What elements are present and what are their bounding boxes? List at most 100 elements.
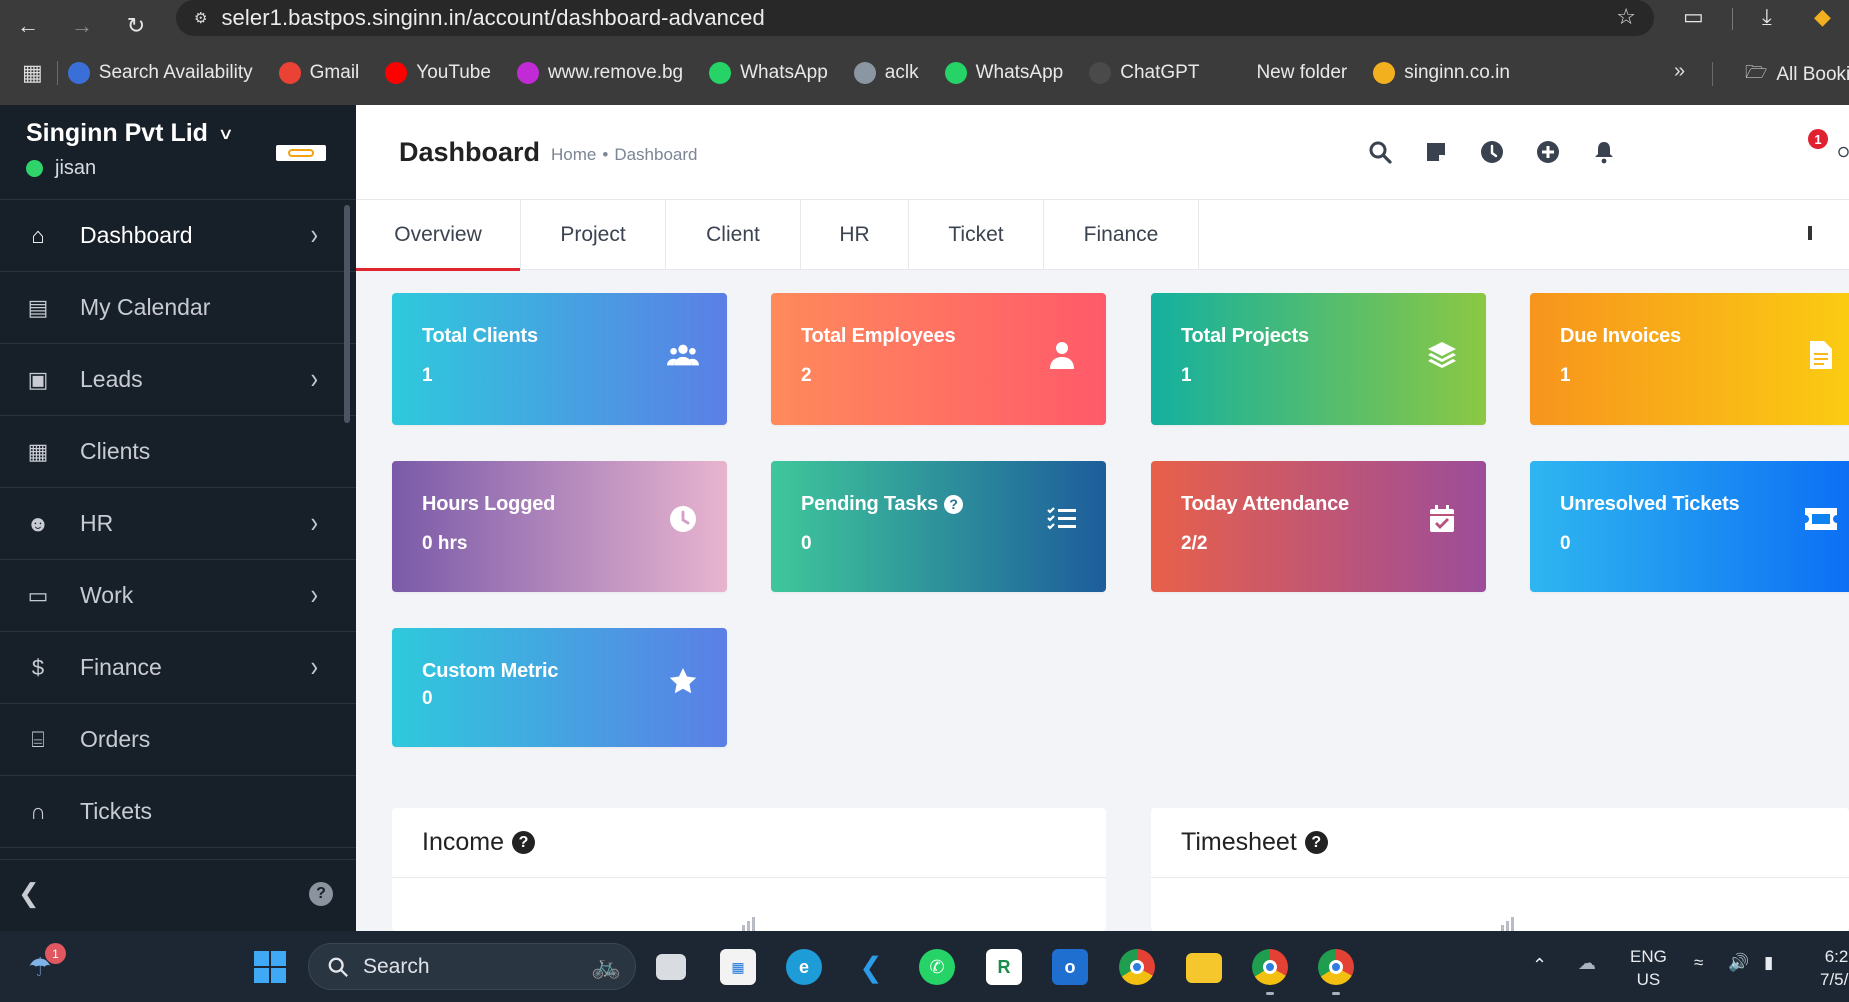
task-view-icon[interactable] bbox=[656, 954, 686, 980]
people-icon: ☻ bbox=[26, 510, 50, 536]
volume-icon[interactable]: 🔊 bbox=[1728, 953, 1749, 973]
sidebar-item-my-calendar[interactable]: ▤ My Calendar bbox=[0, 272, 356, 344]
bookmark-item[interactable]: WhatsApp bbox=[944, 62, 1063, 84]
windows-start-icon[interactable] bbox=[252, 949, 288, 985]
card-custom-metric[interactable]: Custom Metric 0 bbox=[392, 628, 727, 747]
url-bar[interactable]: ⚙ seler1.bastpos.singinn.in/account/dash… bbox=[176, 0, 1654, 36]
card-hours-logged[interactable]: Hours Logged 0 hrs bbox=[392, 461, 727, 592]
sidebar-item-label: Orders bbox=[80, 726, 151, 752]
add-circle-icon[interactable] bbox=[1535, 139, 1561, 165]
card-total-clients[interactable]: Total Clients 1 bbox=[392, 293, 727, 425]
bookmark-star-icon[interactable]: ☆ bbox=[1616, 4, 1636, 30]
card-unresolved-tickets[interactable]: Unresolved Tickets 0 bbox=[1530, 461, 1849, 592]
all-bookmarks[interactable]: 🗁 All Booki bbox=[1745, 60, 1849, 90]
bookmark-item[interactable]: Gmail bbox=[278, 62, 359, 84]
card-today-attendance[interactable]: Today Attendance 2/2 bbox=[1151, 461, 1486, 592]
leads-icon: ▣ bbox=[27, 366, 49, 392]
tab-hr[interactable]: HR bbox=[801, 200, 909, 270]
help-icon[interactable]: ? bbox=[1304, 831, 1328, 854]
help-icon[interactable]: ? bbox=[511, 831, 535, 854]
bookmark-item[interactable]: www.remove.bg bbox=[516, 62, 683, 84]
sidebar-item-work[interactable]: ▭ Work › bbox=[0, 560, 356, 632]
settings-circle-icon[interactable] bbox=[1838, 139, 1849, 165]
card-label: Pending Tasks? bbox=[801, 493, 964, 516]
bookmark-item[interactable]: singinn.co.in bbox=[1373, 62, 1510, 84]
tray-overflow-icon[interactable]: ⌃ bbox=[1532, 955, 1547, 976]
search-availability-icon bbox=[67, 62, 90, 84]
breadcrumb-home[interactable]: Home bbox=[551, 145, 596, 164]
income-title-text: Income bbox=[422, 828, 504, 856]
card-total-projects[interactable]: Total Projects 1 bbox=[1151, 293, 1486, 425]
file-explorer-icon[interactable] bbox=[1186, 953, 1222, 983]
tabs-more-icon[interactable] bbox=[1808, 226, 1812, 240]
bookmark-item[interactable]: New folder bbox=[1225, 62, 1347, 84]
sidebar-item-hr[interactable]: ☻ HR › bbox=[0, 488, 356, 560]
sidebar-item-clients[interactable]: ▦ Clients bbox=[0, 416, 356, 488]
bookmark-item[interactable]: Search Availability bbox=[67, 62, 253, 84]
card-label-text: Total Employees bbox=[801, 325, 956, 347]
sticky-note-icon[interactable] bbox=[1423, 139, 1449, 165]
bookmark-item[interactable]: ChatGPT bbox=[1089, 62, 1199, 84]
onedrive-icon[interactable]: ☁ bbox=[1578, 953, 1596, 974]
more-bookmarks-icon[interactable]: » bbox=[1674, 60, 1685, 83]
sidebar-item-finance[interactable]: $ Finance › bbox=[0, 632, 356, 704]
apps-grid-icon[interactable]: ▦ bbox=[22, 60, 43, 86]
whatsapp-icon bbox=[944, 62, 967, 84]
building-icon: ▦ bbox=[27, 438, 49, 464]
bookmark-item[interactable]: YouTube bbox=[385, 62, 491, 84]
clock-icon[interactable] bbox=[1479, 139, 1505, 165]
back-arrow-icon[interactable]: ← bbox=[8, 6, 48, 46]
whatsapp-icon[interactable]: ✆ bbox=[919, 949, 955, 985]
chrome-icon[interactable] bbox=[1119, 949, 1155, 985]
extensions-icon[interactable]: ▭ bbox=[1683, 4, 1704, 30]
taskbar-search[interactable]: Search 🚲 bbox=[308, 943, 636, 990]
card-due-invoices[interactable]: Due Invoices 1 bbox=[1530, 293, 1849, 425]
sidebar-scrollbar[interactable] bbox=[344, 205, 350, 423]
card-pending-tasks[interactable]: Pending Tasks? 0 bbox=[771, 461, 1106, 592]
bookmark-item[interactable]: aclk bbox=[853, 62, 919, 84]
profile-extension-icon[interactable]: ◆ bbox=[1814, 4, 1831, 30]
address-row: ← → ↻ ⚙ seler1.bastpos.singinn.in/accoun… bbox=[0, 0, 1849, 52]
chrome-profile-icon[interactable] bbox=[1318, 949, 1354, 985]
bookmark-item[interactable]: WhatsApp bbox=[709, 62, 828, 84]
company-switcher[interactable]: Singinn Pvt Lid ∨ bbox=[26, 119, 234, 148]
sidebar-item-orders[interactable]: ⌸ Orders bbox=[0, 704, 356, 776]
company-name: Singinn Pvt Lid bbox=[26, 119, 208, 147]
battery-icon[interactable]: ▮ bbox=[1764, 953, 1773, 973]
tab-overview[interactable]: Overview bbox=[356, 200, 521, 271]
clock[interactable]: 6:2 7/5/ bbox=[1820, 945, 1848, 991]
wifi-icon[interactable]: ≈ bbox=[1694, 953, 1703, 973]
help-icon[interactable]: ? bbox=[944, 494, 964, 514]
download-icon[interactable]: ⤓ bbox=[1762, 4, 1772, 30]
card-total-employees[interactable]: Total Employees 2 bbox=[771, 293, 1106, 425]
forward-arrow-icon[interactable]: → bbox=[62, 6, 102, 46]
help-icon[interactable]: ? bbox=[309, 882, 333, 906]
outlook-icon[interactable]: o bbox=[1052, 949, 1088, 985]
microsoft-store-icon[interactable]: ▦ bbox=[720, 949, 756, 985]
sidebar-item-dashboard[interactable]: ⌂ Dashboard › bbox=[0, 200, 356, 272]
tab-ticket[interactable]: Ticket bbox=[909, 200, 1044, 270]
notification-bell-icon[interactable] bbox=[1591, 139, 1617, 165]
card-value: 2 bbox=[801, 365, 812, 386]
folder-icon bbox=[1225, 62, 1248, 84]
chevron-right-icon: › bbox=[310, 650, 318, 683]
reload-icon[interactable]: ↻ bbox=[116, 6, 156, 46]
site-settings-icon[interactable]: ⚙ bbox=[194, 9, 207, 27]
card-value: 0 bbox=[1560, 533, 1571, 554]
tab-finance[interactable]: Finance bbox=[1044, 200, 1199, 270]
sidebar-item-tickets[interactable]: ∩ Tickets bbox=[0, 776, 356, 848]
bookmark-label: WhatsApp bbox=[740, 62, 828, 83]
url-text[interactable]: seler1.bastpos.singinn.in/account/dashbo… bbox=[221, 5, 764, 31]
vscode-icon[interactable]: ❮ bbox=[853, 949, 889, 985]
tab-project[interactable]: Project bbox=[521, 200, 666, 270]
edge-browser-icon[interactable]: e bbox=[786, 949, 822, 985]
collapse-sidebar-icon[interactable]: ❮ bbox=[18, 878, 40, 909]
search-icon[interactable] bbox=[1367, 139, 1393, 165]
tab-client[interactable]: Client bbox=[666, 200, 801, 270]
language-indicator[interactable]: ENG US bbox=[1630, 945, 1667, 991]
taskbar-search-label: Search bbox=[363, 954, 430, 978]
card-label: Due Invoices bbox=[1560, 325, 1681, 348]
r-app-icon[interactable]: R bbox=[986, 949, 1022, 985]
chrome-profile-icon[interactable] bbox=[1252, 949, 1288, 985]
sidebar-item-leads[interactable]: ▣ Leads › bbox=[0, 344, 356, 416]
